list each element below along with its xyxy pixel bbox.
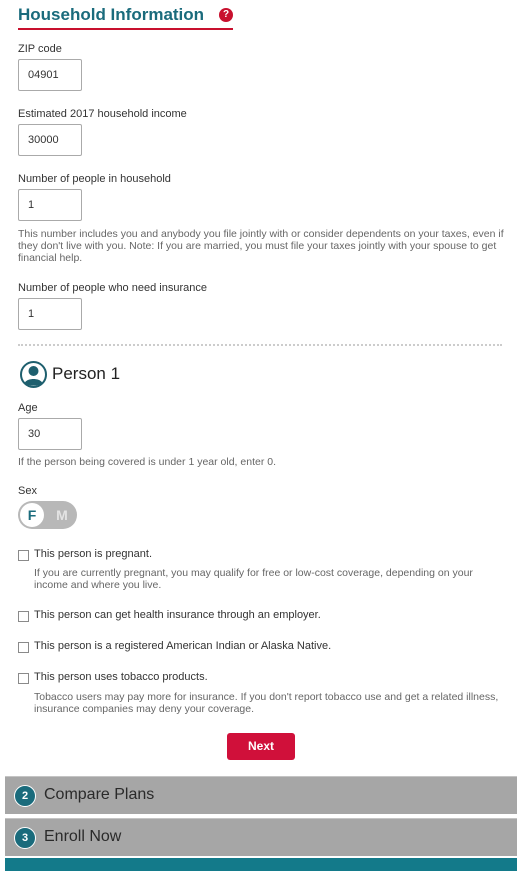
employer-insurance-checkbox[interactable]: [18, 611, 29, 622]
sex-toggle[interactable]: F M: [18, 501, 77, 529]
need-insurance-label: Number of people who need insurance: [18, 282, 207, 294]
american-indian-label: This person is a registered American Ind…: [34, 640, 332, 652]
tobacco-help: Tobacco users may pay more for insurance…: [34, 691, 499, 715]
sex-female-option[interactable]: F: [20, 503, 44, 527]
employer-insurance-label: This person can get health insurance thr…: [34, 609, 321, 621]
person-avatar-icon: [20, 361, 47, 388]
section-header: Household Information ?: [18, 2, 233, 30]
age-label: Age: [18, 402, 38, 414]
tobacco-checkbox[interactable]: [18, 673, 29, 684]
footer-band: [5, 858, 517, 871]
pregnant-label: This person is pregnant.: [34, 548, 153, 560]
step-label: Enroll Now: [44, 828, 122, 845]
age-input[interactable]: [18, 418, 82, 450]
age-help: If the person being covered is under 1 y…: [18, 456, 276, 468]
step-compare-plans[interactable]: 2 Compare Plans: [5, 776, 517, 814]
zip-label: ZIP code: [18, 43, 62, 55]
section-title: Household Information: [18, 5, 205, 24]
household-size-input[interactable]: [18, 189, 82, 221]
income-input[interactable]: [18, 124, 82, 156]
step-number-badge: 2: [14, 785, 36, 807]
household-size-help: This number includes you and anybody you…: [18, 228, 504, 264]
sex-male-option[interactable]: M: [51, 503, 73, 527]
help-icon[interactable]: ?: [219, 8, 233, 22]
zip-input[interactable]: [18, 59, 82, 91]
next-button[interactable]: Next: [227, 733, 295, 760]
sex-label: Sex: [18, 485, 37, 497]
pregnant-help: If you are currently pregnant, you may q…: [34, 567, 473, 591]
pregnant-checkbox[interactable]: [18, 550, 29, 561]
household-size-label: Number of people in household: [18, 173, 171, 185]
person-title: Person 1: [52, 364, 121, 383]
step-label: Compare Plans: [44, 786, 155, 803]
section-divider: [18, 344, 502, 346]
household-form: Household Information ? ZIP code Estimat…: [0, 0, 519, 871]
american-indian-checkbox[interactable]: [18, 642, 29, 653]
tobacco-label: This person uses tobacco products.: [34, 671, 208, 683]
step-number-badge: 3: [14, 827, 36, 849]
income-label: Estimated 2017 household income: [18, 108, 187, 120]
need-insurance-input[interactable]: [18, 298, 82, 330]
step-enroll-now[interactable]: 3 Enroll Now: [5, 818, 517, 856]
